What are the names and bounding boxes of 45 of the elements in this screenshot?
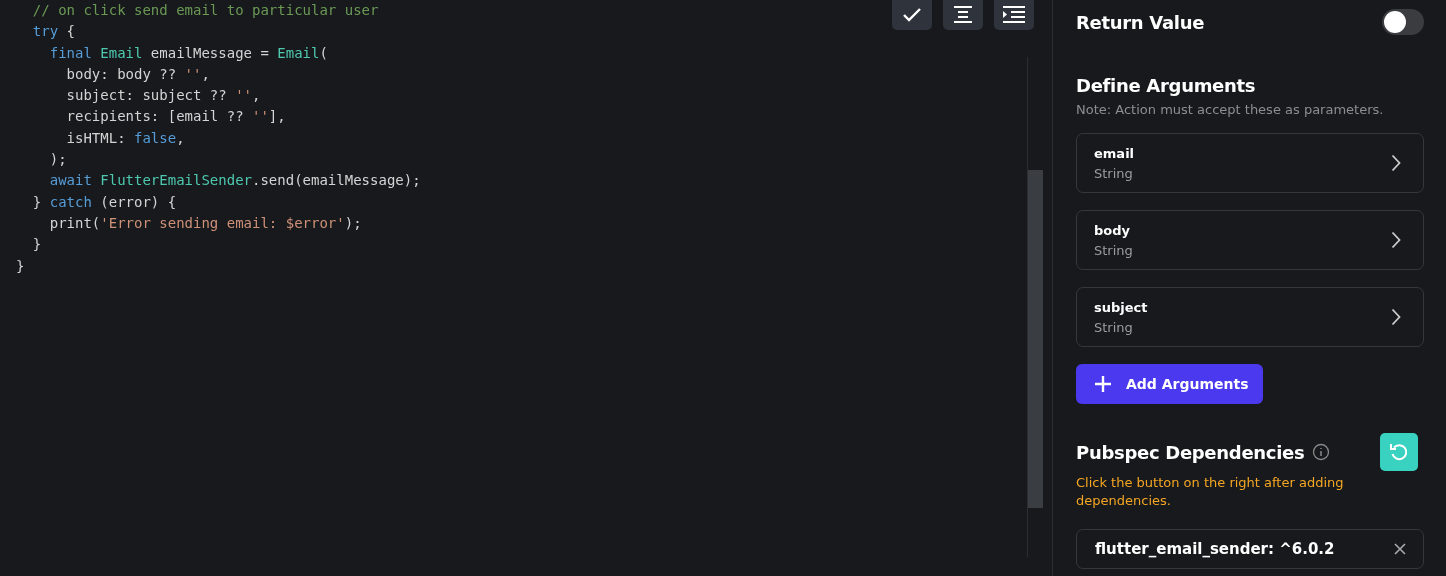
section-title: Return Value — [1076, 11, 1205, 33]
return-value-toggle[interactable] — [1382, 9, 1424, 35]
indent-button[interactable] — [994, 0, 1034, 30]
argument-item[interactable]: body String — [1076, 210, 1424, 270]
refresh-button[interactable] — [1380, 433, 1418, 471]
argument-name: body — [1094, 222, 1132, 238]
argument-type: String — [1094, 165, 1134, 181]
code-line: recipients: [email ?? ''], — [66, 107, 286, 127]
format-button[interactable] — [943, 0, 983, 30]
code-line: isHTML: false, — [66, 128, 185, 148]
code-line: } catch (error) { — [32, 192, 177, 212]
code-line: } — [32, 235, 42, 255]
indent-icon — [1002, 4, 1026, 25]
code-line: ); — [49, 150, 67, 170]
chevron-right-icon — [1391, 308, 1401, 326]
check-button[interactable] — [892, 0, 932, 30]
argument-name: email — [1094, 145, 1135, 161]
section-title: Define Arguments — [1076, 75, 1257, 96]
hint-text: Click the button on the right after adding dependencies. — [1076, 474, 1345, 510]
add-arguments-button[interactable]: Add Arguments — [1076, 364, 1263, 404]
code-line: await FlutterEmailSender.send(emailMessage); — [49, 171, 421, 191]
close-icon[interactable] — [1394, 543, 1406, 555]
code-line: subject: subject ?? '', — [66, 86, 261, 106]
check-icon — [902, 6, 922, 23]
chevron-right-icon — [1391, 154, 1401, 172]
refresh-icon — [1388, 441, 1410, 463]
argument-type: String — [1094, 319, 1134, 335]
scrollbar-thumb[interactable] — [1028, 170, 1043, 508]
info-icon[interactable] — [1312, 443, 1331, 461]
code-line: try { — [32, 22, 75, 42]
align-center-icon — [953, 4, 973, 25]
argument-item[interactable]: email String — [1076, 133, 1424, 193]
code-line: print('Error sending email: $error'); — [49, 213, 362, 233]
code-line: final Email emailMessage = Email( — [49, 43, 328, 63]
code-line: body: body ?? '', — [66, 64, 210, 84]
dependency-name: flutter_email_sender: ^6.0.2 — [1095, 540, 1335, 558]
argument-name: subject — [1094, 299, 1148, 315]
code-line: } — [16, 256, 25, 276]
chevron-right-icon — [1391, 231, 1401, 249]
code-line: // on click send email to particular user — [32, 1, 379, 20]
argument-item[interactable]: subject String — [1076, 287, 1424, 347]
argument-type: String — [1094, 242, 1133, 258]
note-text: Note: Action must accept these as parameters. — [1076, 102, 1385, 117]
section-title: Pubspec Dependencies — [1076, 441, 1305, 463]
plus-icon — [1094, 375, 1112, 393]
